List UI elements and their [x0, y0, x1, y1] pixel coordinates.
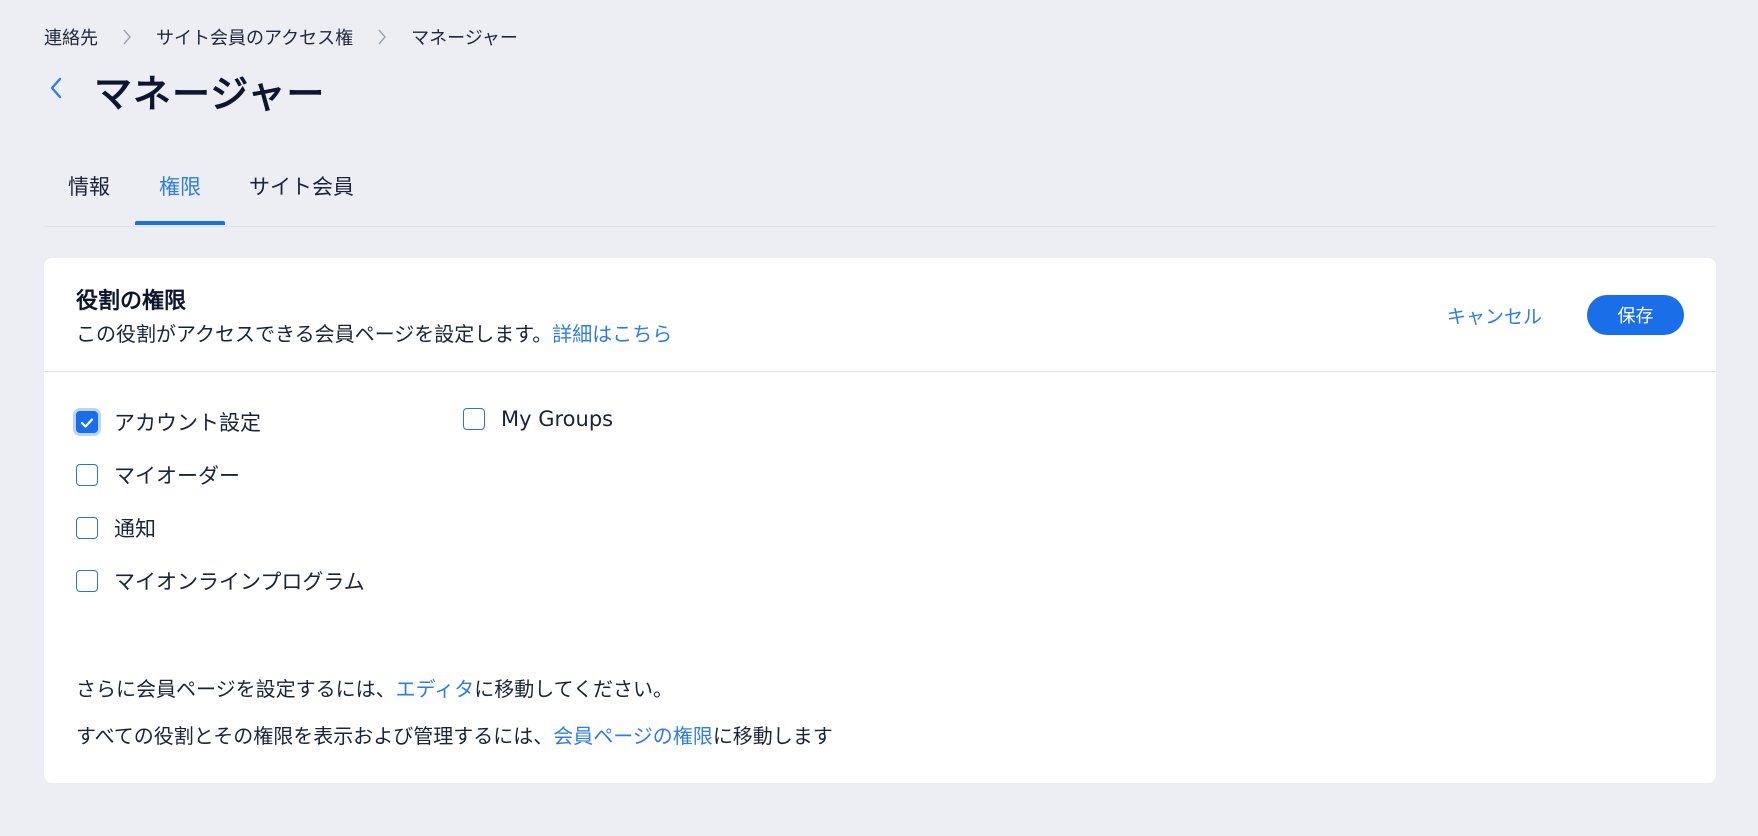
title-row: マネージャー [44, 60, 325, 120]
option-label: マイオーダー [114, 464, 240, 488]
breadcrumb-item-contacts[interactable]: 連絡先 [44, 24, 98, 50]
tab-site-members[interactable]: サイト会員 [249, 155, 354, 227]
card-title: 役割の権限 [76, 289, 187, 314]
card-description: この役割がアクセスできる会員ページを設定します。詳細はこちら [76, 318, 672, 347]
active-tab-indicator [135, 221, 225, 225]
option-label: 通知 [114, 517, 156, 541]
option-my-online-programs[interactable]: マイオンラインプログラム [76, 566, 365, 596]
option-notifications[interactable]: 通知 [76, 513, 156, 543]
checkbox-my-online-programs[interactable] [76, 570, 98, 592]
breadcrumb-item-current: マネージャー [411, 28, 518, 49]
option-label: アカウント設定 [114, 411, 261, 435]
chevron-left-icon [49, 77, 63, 103]
card-description-text: この役割がアクセスできる会員ページを設定します。 [76, 322, 553, 346]
footer-text: に移動します [712, 724, 833, 748]
footer-permissions-line: すべての役割とその権限を表示および管理するには、会員ページの権限に移動します [76, 720, 833, 749]
option-my-orders[interactable]: マイオーダー [76, 460, 240, 490]
footer-text: さらに会員ページを設定するには、 [76, 677, 396, 701]
tab-info[interactable]: 情報 [68, 155, 110, 227]
chevron-right-icon [122, 29, 132, 45]
checkbox-account-settings[interactable] [76, 411, 98, 433]
option-account-settings[interactable]: アカウント設定 [76, 407, 261, 437]
member-page-permissions-link[interactable]: 会員ページの権限 [553, 724, 713, 748]
editor-link[interactable]: エディタ [396, 677, 475, 701]
footer-text: すべての役割とその権限を表示および管理するには、 [76, 724, 554, 748]
role-permissions-card: 役割の権限 この役割がアクセスできる会員ページを設定します。詳細はこちら キャン… [44, 258, 1716, 783]
card-header: 役割の権限 この役割がアクセスできる会員ページを設定します。詳細はこちら キャン… [44, 258, 1716, 372]
checkbox-my-orders[interactable] [76, 464, 98, 486]
back-button[interactable] [44, 77, 68, 103]
option-my-groups[interactable]: My Groups [463, 407, 613, 431]
tab-bar: 情報 権限 サイト会員 [44, 155, 1716, 227]
learn-more-link[interactable]: 詳細はこちら [552, 322, 672, 346]
option-label: My Groups [501, 407, 614, 431]
save-button[interactable]: 保存 [1587, 295, 1684, 335]
option-label: マイオンラインプログラム [114, 570, 365, 594]
page-title: マネージャー [94, 71, 326, 116]
breadcrumb: 連絡先 サイト会員のアクセス権 マネージャー [44, 24, 518, 50]
checkbox-my-groups[interactable] [463, 408, 485, 430]
checkmark-icon [80, 410, 94, 434]
tab-permissions[interactable]: 権限 [159, 155, 201, 227]
breadcrumb-item-member-access[interactable]: サイト会員のアクセス権 [156, 24, 353, 50]
footer-text: に移動してください。 [474, 677, 674, 701]
footer-editor-line: さらに会員ページを設定するには、エディタに移動してください。 [76, 673, 673, 702]
cancel-button[interactable]: キャンセル [1447, 302, 1542, 329]
chevron-right-icon [377, 29, 387, 45]
checkbox-notifications[interactable] [76, 517, 98, 539]
